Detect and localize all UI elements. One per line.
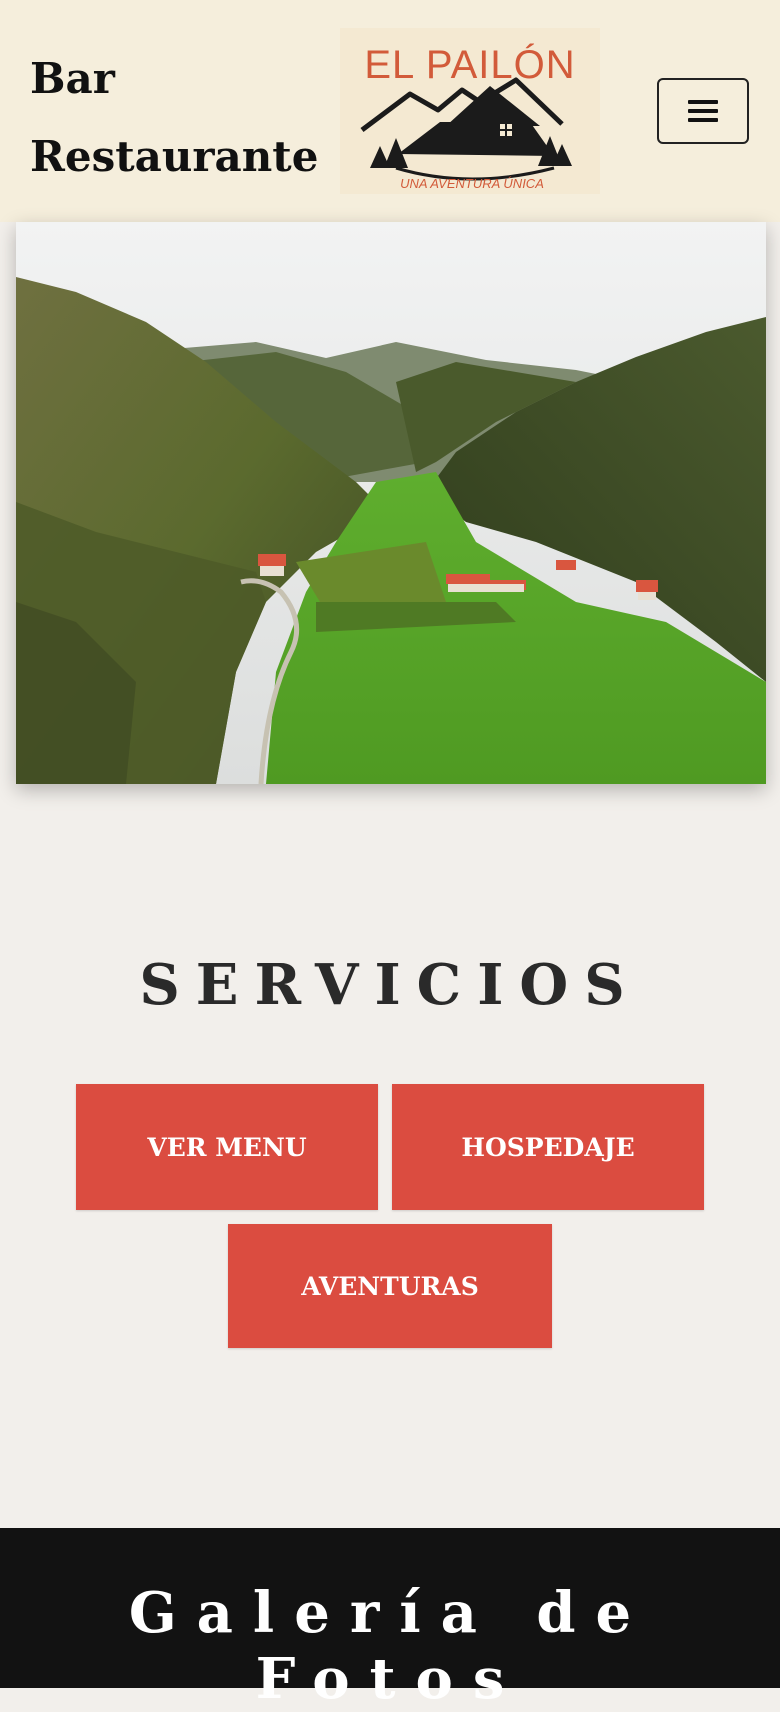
site-logo[interactable]: EL PAILÓN UNA AVENTURA ÚNICA xyxy=(340,28,600,194)
services-title: SERVICIOS xyxy=(139,952,641,1018)
gallery-title: Galería de Fotos xyxy=(128,1580,652,1712)
aerial-valley-photo xyxy=(16,222,766,784)
mountain-house-icon: EL PAILÓN UNA AVENTURA ÚNICA xyxy=(340,28,600,194)
gallery-section: Galería de Fotos xyxy=(0,1528,780,1712)
hamburger-menu-icon xyxy=(688,100,718,122)
aventuras-button[interactable]: AVENTURAS xyxy=(228,1224,552,1348)
menu-button[interactable] xyxy=(657,78,749,144)
hospedaje-button[interactable]: HOSPEDAJE xyxy=(392,1084,704,1210)
logo-tagline: UNA AVENTURA ÚNICA xyxy=(400,176,544,191)
logo-title: EL PAILÓN xyxy=(364,42,575,87)
hero-image xyxy=(16,222,766,784)
site-title[interactable]: Bar Restaurante xyxy=(30,40,320,196)
ver-menu-button[interactable]: VER MENU xyxy=(76,1084,378,1210)
site-header: Bar Restaurante EL PAILÓN UNA AVENTURA Ú… xyxy=(0,0,780,222)
